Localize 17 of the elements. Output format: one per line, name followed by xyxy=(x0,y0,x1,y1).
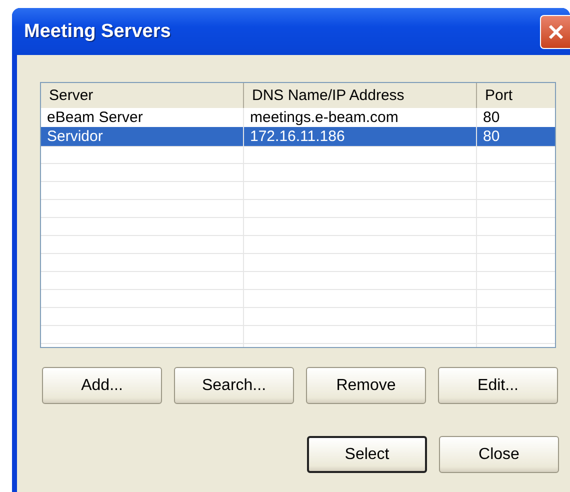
dialog-button[interactable]: Close xyxy=(439,436,559,473)
table-cell[interactable]: meetings.e-beam.com xyxy=(244,108,477,128)
table-cell[interactable]: 172.16.11.186 xyxy=(244,127,477,147)
close-button[interactable] xyxy=(540,14,570,48)
window-title: Meeting Servers xyxy=(24,20,171,42)
column-header[interactable]: Server xyxy=(41,83,244,110)
action-button[interactable]: Edit... xyxy=(438,367,558,404)
table-cell[interactable]: Servidor xyxy=(41,127,244,147)
action-button[interactable]: Search... xyxy=(174,367,294,404)
table-cell[interactable]: 80 xyxy=(477,127,555,147)
action-button[interactable]: Add... xyxy=(42,367,162,404)
dialog-button[interactable]: Select xyxy=(307,436,427,473)
close-icon xyxy=(546,22,564,40)
column-header[interactable]: DNS Name/IP Address xyxy=(244,83,477,110)
column-header[interactable]: Port xyxy=(477,83,555,110)
table-cell[interactable]: eBeam Server xyxy=(41,108,244,128)
action-button[interactable]: Remove xyxy=(306,367,426,404)
